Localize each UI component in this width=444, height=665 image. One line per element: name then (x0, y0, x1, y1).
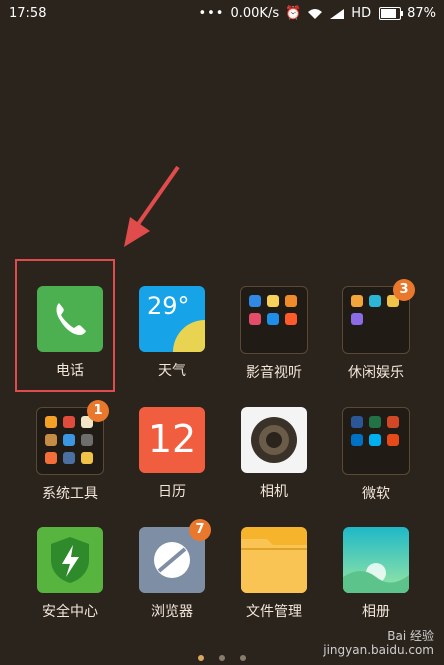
mini-app-icon (267, 295, 279, 307)
powerpoint-icon (387, 416, 399, 428)
mini-app-icon (249, 313, 261, 325)
app-security[interactable]: 安全中心 (20, 527, 120, 621)
arrow-annotation (124, 165, 180, 247)
mini-app-icon (63, 416, 75, 428)
app-gallery[interactable]: 相册 (326, 527, 426, 621)
folder-microsoft[interactable]: 微软 (326, 407, 426, 503)
app-label: 日历 (158, 484, 186, 500)
mini-app-icon (369, 295, 381, 307)
mini-app-icon (45, 416, 57, 428)
app-label: 微软 (362, 486, 390, 502)
outlook-icon (351, 434, 363, 446)
app-files[interactable]: 文件管理 (224, 527, 324, 621)
mini-app-icon (45, 452, 57, 464)
watermark: Bai 经验 jingyan.baidu.com (323, 629, 434, 657)
mini-app-icon (351, 313, 363, 325)
app-calendar[interactable]: 12 日历 (122, 407, 222, 501)
folder-icon (342, 407, 410, 475)
folder-icon: 3 (342, 279, 415, 354)
folder-tools[interactable]: 1 系统工具 (20, 400, 120, 503)
folder-files-icon (241, 527, 307, 593)
folder-icon: 1 (36, 400, 109, 475)
calendar-icon: 12 (139, 407, 205, 473)
word-icon (351, 416, 363, 428)
app-weather[interactable]: 29° 天气 (122, 286, 222, 380)
app-browser[interactable]: 7 浏览器 (122, 519, 222, 621)
page-dot[interactable] (197, 655, 204, 661)
shield-icon (37, 527, 103, 593)
app-label: 天气 (158, 363, 186, 379)
mini-app-icon (63, 434, 75, 446)
app-label: 休闲娱乐 (348, 365, 404, 381)
skype-icon (369, 434, 381, 446)
mini-app-icon (81, 452, 93, 464)
folder-icon (240, 286, 308, 354)
highlight-box (15, 259, 115, 392)
mini-app-icon (285, 313, 297, 325)
browser-icon: 7 (139, 519, 211, 593)
app-label: 浏览器 (151, 604, 193, 620)
app-label: 影音视听 (246, 365, 302, 381)
folder-games[interactable]: 3 休闲娱乐 (326, 279, 426, 382)
app-label: 安全中心 (42, 604, 98, 620)
watermark-line: jingyan.baidu.com (323, 643, 434, 657)
app-label: 相机 (260, 484, 288, 500)
camera-icon (241, 407, 307, 473)
mini-app-icon (249, 295, 261, 307)
app-camera[interactable]: 相机 (224, 407, 324, 501)
app-label: 相册 (362, 604, 390, 620)
excel-icon (369, 416, 381, 428)
office-icon (387, 434, 399, 446)
folder-video[interactable]: 影音视听 (224, 286, 324, 382)
weather-icon: 29° (139, 286, 205, 352)
gallery-icon (343, 527, 409, 593)
page-dot[interactable] (219, 655, 225, 661)
mini-app-icon (45, 434, 57, 446)
badge: 1 (87, 400, 109, 422)
watermark-line: Bai 经验 (387, 629, 434, 643)
mini-app-icon (63, 452, 75, 464)
page-dot[interactable] (240, 655, 247, 661)
mini-app-icon (267, 313, 279, 325)
mini-app-icon (285, 295, 297, 307)
badge: 3 (393, 279, 415, 301)
app-label: 文件管理 (246, 604, 302, 620)
app-label: 系统工具 (42, 486, 98, 502)
badge: 7 (189, 519, 211, 541)
weather-temperature: 29° (147, 292, 190, 320)
calendar-date: 12 (147, 417, 197, 461)
mini-app-icon (351, 295, 363, 307)
mini-app-icon (81, 434, 93, 446)
